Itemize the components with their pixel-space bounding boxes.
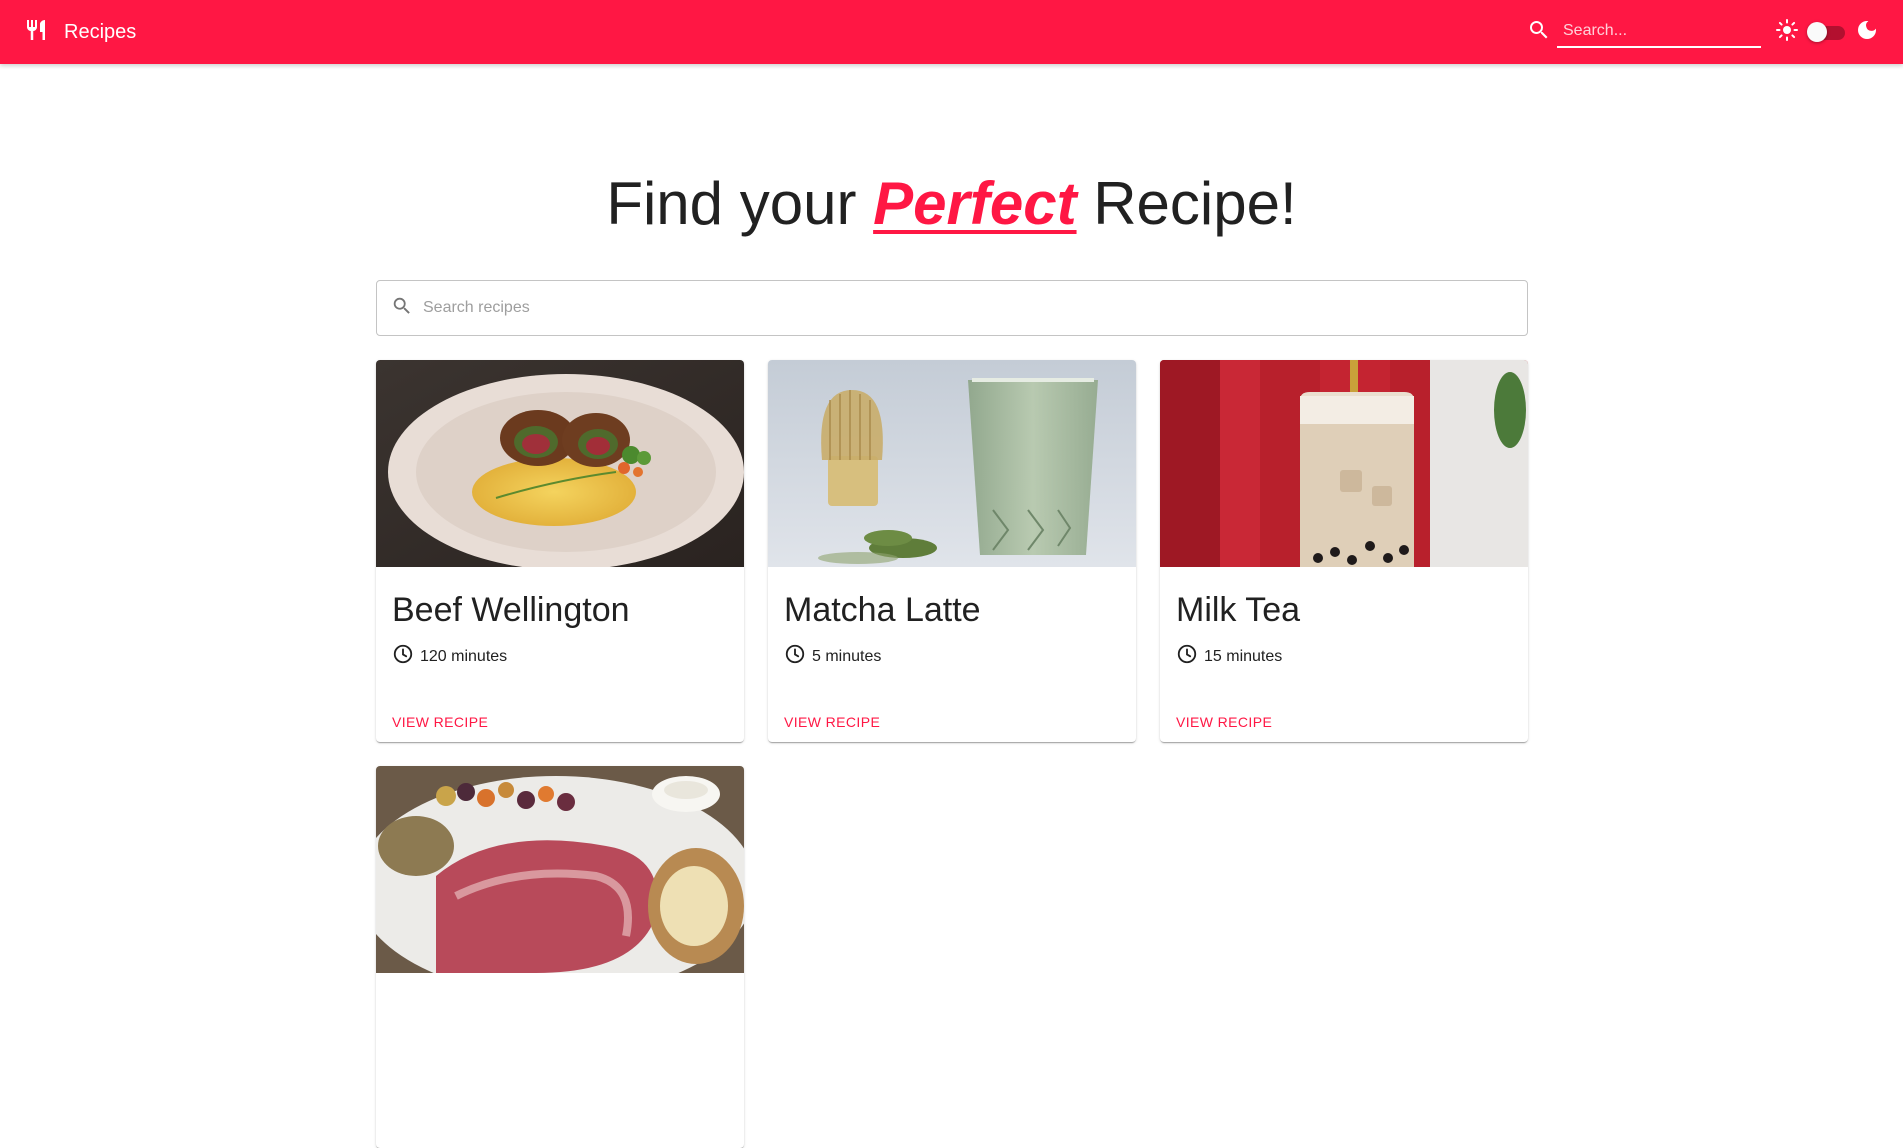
view-recipe-button[interactable]: VIEW RECIPE — [392, 714, 488, 730]
card-content: Milk Tea 15 minutes — [1160, 567, 1528, 670]
card-actions: VIEW RECIPE — [376, 670, 744, 732]
recipe-title: Matcha Latte — [784, 591, 981, 629]
recipe-search-input[interactable] — [423, 299, 1513, 317]
cook-time-text: 15 minutes — [1204, 647, 1283, 665]
cook-time: 15 minutes — [1176, 643, 1512, 670]
recipe-card[interactable]: Milk Tea 15 minutes VIEW RECIPE — [1160, 360, 1528, 742]
recipe-card[interactable]: Matcha Latte 5 minutes VIEW RECIPE — [768, 360, 1136, 742]
card-actions: VIEW RECIPE — [1160, 670, 1528, 732]
brand[interactable]: Recipes — [24, 18, 136, 47]
milk-tea-photo[interactable] — [1160, 360, 1528, 567]
prime-rib-plate-photo[interactable] — [376, 766, 744, 973]
card-content: Matcha Latte 5 minutes — [768, 567, 1136, 670]
view-recipe-button[interactable]: VIEW RECIPE — [784, 714, 880, 730]
cook-time-text: 120 minutes — [420, 647, 508, 665]
cook-time: 120 minutes — [392, 643, 728, 670]
moon-icon — [1855, 18, 1879, 47]
app-title: Recipes — [64, 20, 137, 43]
view-recipe-button[interactable]: VIEW RECIPE — [1176, 714, 1272, 730]
dark-mode-switch[interactable] — [1807, 20, 1847, 44]
clock-icon — [784, 643, 806, 670]
matcha-latte-photo[interactable] — [768, 360, 1136, 567]
hero-accent-word: Perfect — [873, 170, 1077, 237]
sun-icon — [1775, 18, 1799, 47]
recipe-title: Milk Tea — [1176, 591, 1301, 629]
cook-time: 5 minutes — [784, 643, 1120, 670]
clock-icon — [392, 643, 414, 670]
nav-search-input[interactable] — [1557, 16, 1761, 48]
hero-heading: Find your Perfect Recipe! — [0, 168, 1903, 240]
recipe-title: Beef Wellington — [392, 591, 630, 629]
restaurant-icon — [24, 18, 48, 47]
switch-thumb[interactable] — [1807, 22, 1827, 42]
hero-text-before: Find your — [606, 170, 874, 237]
recipe-card[interactable]: Beef Wellington 120 minutes VIEW RECIPE — [376, 360, 744, 742]
recipe-search-box[interactable] — [376, 280, 1528, 336]
search-icon — [391, 295, 413, 322]
theme-toggle-group — [1775, 18, 1879, 47]
hero-text-after: Recipe! — [1076, 170, 1297, 237]
card-actions: VIEW RECIPE — [768, 670, 1136, 732]
card-content: Beef Wellington 120 minutes — [376, 567, 744, 670]
app-bar: Recipes — [0, 0, 1903, 64]
appbar-actions — [1527, 0, 1879, 64]
search-icon — [1527, 18, 1551, 47]
nav-search — [1527, 16, 1761, 48]
recipe-grid: Beef Wellington 120 minutes VIEW RECIPE — [376, 360, 1528, 1148]
recipe-card[interactable] — [376, 766, 744, 1148]
clock-icon — [1176, 643, 1198, 670]
cook-time-text: 5 minutes — [812, 647, 882, 665]
beef-wellington-photo[interactable] — [376, 360, 744, 567]
